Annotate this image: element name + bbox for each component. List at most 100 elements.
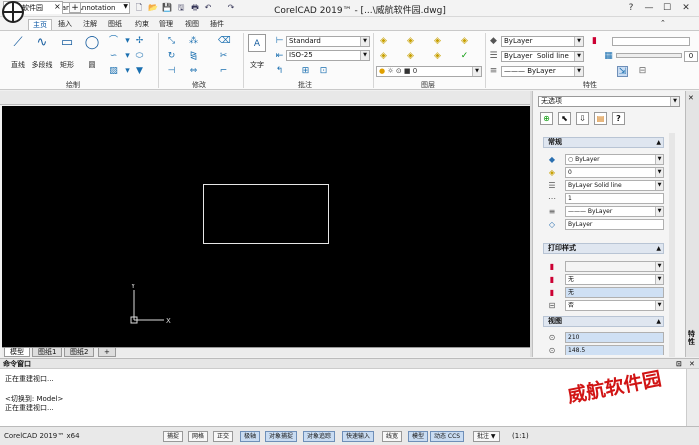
match-properties-icon[interactable]: ◆ [488, 36, 499, 47]
close-icon[interactable]: ✕ [679, 1, 693, 15]
property-value[interactable]: ——— ByLayer ▼ [565, 206, 664, 217]
gradient-icon[interactable]: ▼ [134, 66, 145, 77]
lineweight-icon[interactable]: ≡ [488, 66, 499, 77]
save-icon[interactable]: 💾 [161, 2, 173, 14]
tab-home[interactable]: 主页 [28, 19, 52, 30]
rectangle-tool[interactable]: ▭ 矩形 [56, 34, 78, 70]
extend-icon[interactable]: ⊣ [166, 66, 177, 77]
dropdown-arrow-icon[interactable]: ▾ [122, 51, 133, 62]
trim-icon[interactable]: ✂ [218, 51, 229, 62]
dropdown-arrow-icon[interactable]: ▾ [122, 66, 133, 77]
transparency-value[interactable]: 0 [684, 51, 698, 62]
property-value[interactable]: 否 ▼ [565, 300, 664, 311]
quick-input-button[interactable]: 快速输入 [342, 431, 375, 442]
layer-state-icon[interactable]: ◈ [378, 51, 389, 62]
add-layout-button[interactable]: + [98, 348, 116, 357]
quick-properties-icon[interactable]: ⇲ [617, 66, 628, 77]
properties-side-tab[interactable]: 特性 [688, 330, 696, 346]
command-scrollbar[interactable] [686, 369, 699, 426]
hatch-icon[interactable]: ▨ [108, 66, 119, 77]
open-folder-icon[interactable]: 📂 [147, 2, 159, 14]
quick-select-icon[interactable]: ⇩ [576, 112, 589, 125]
line-tool[interactable]: ⟋ 直线 [7, 34, 29, 70]
grid-button[interactable]: 网格 [188, 431, 209, 442]
otrack-button[interactable]: 对象追踪 [303, 431, 336, 442]
new-tab-button[interactable]: + [69, 2, 81, 13]
annotation-scale[interactable]: (1:1) [512, 432, 529, 440]
dropdown-arrow-icon[interactable]: ▾ [122, 36, 133, 47]
tab-view[interactable]: 视图 [181, 19, 203, 30]
tab-insert[interactable]: 插入 [54, 19, 76, 30]
toggle-pickadd-icon[interactable]: ⊕ [540, 112, 553, 125]
erase-icon[interactable]: ⌫ [218, 36, 231, 47]
layer-manager-icon[interactable]: ◈ [378, 36, 389, 47]
close-icon[interactable]: ✕ [689, 359, 695, 369]
drawn-rectangle[interactable] [203, 184, 329, 244]
layer-match-icon[interactable]: ◈ [459, 36, 470, 47]
color-palette-icon[interactable]: ▮ [589, 36, 600, 47]
text-style-select[interactable]: Standard ▼ [286, 36, 370, 47]
osnap-button[interactable]: 对象捕捉 [265, 431, 298, 442]
app-logo-icon[interactable] [2, 1, 24, 23]
spline-icon[interactable]: ∽ [108, 51, 119, 62]
array-icon[interactable]: ⁂ [188, 36, 199, 47]
dim-style-select[interactable]: ISO-25 ▼ [286, 50, 370, 61]
lineweight-select[interactable]: ——— ByLayer ▼ [501, 66, 584, 77]
property-value[interactable]: ByLayer [565, 219, 664, 230]
selection-select[interactable]: 无选项 ▼ [538, 96, 680, 107]
property-value[interactable]: ○ ByLayer ▼ [565, 154, 664, 165]
select-objects-icon[interactable]: ⬉ [558, 112, 571, 125]
minimize-icon[interactable]: — [642, 1, 656, 15]
save-as-icon[interactable]: 🖫 [175, 2, 187, 14]
property-value[interactable]: 0 ▼ [565, 167, 664, 178]
polyline-tool[interactable]: ∿ 多段线 [31, 34, 53, 70]
polar-button[interactable]: 极轴 [240, 431, 261, 442]
layer-isolate-icon[interactable]: ◈ [405, 36, 416, 47]
transparency-slider-track[interactable] [612, 37, 690, 46]
property-value[interactable]: 无 ▼ [565, 274, 664, 285]
tab-sheet2[interactable]: 图纸2 [64, 348, 95, 357]
annotation-button[interactable]: 批注 ▼ [473, 431, 500, 442]
section-print-style[interactable]: 打印样式 ▲ [543, 243, 664, 254]
tab-constraints[interactable]: 约束 [131, 19, 153, 30]
tab-plugins[interactable]: 插件 [206, 19, 228, 30]
linetype-icon[interactable]: ☰ [488, 51, 499, 62]
stretch-icon[interactable]: ⇔ [188, 66, 199, 77]
move-icon[interactable]: ⤡ [166, 36, 177, 47]
tab-model[interactable]: 模型 [4, 348, 30, 357]
property-value[interactable]: ▼ [565, 261, 664, 272]
text-tool[interactable]: A 文字 [246, 34, 268, 70]
property-value[interactable]: 148.5 [565, 345, 664, 355]
arc-icon[interactable]: ⌒ [108, 36, 119, 47]
filter-icon[interactable]: ▤ [594, 112, 607, 125]
linetype-select[interactable]: ByLayer Solid line ▼ [501, 51, 584, 62]
help-icon[interactable]: ? [612, 112, 625, 125]
close-tab-icon[interactable]: × [54, 2, 61, 11]
fillet-icon[interactable]: ⌐ [218, 66, 229, 77]
properties-scrollbar[interactable] [669, 133, 675, 357]
point-icon[interactable]: ✢ [134, 36, 145, 47]
dim-aligned-icon[interactable]: ⇤ [274, 51, 285, 62]
leader-icon[interactable]: ↰ [274, 66, 285, 77]
lineweight-display-icon[interactable]: ⊟ [637, 66, 648, 77]
new-file-icon[interactable]: 🗋 [133, 2, 145, 14]
tab-sheets[interactable]: 图纸 [104, 19, 126, 30]
transparency-slider[interactable] [616, 53, 682, 58]
color-select[interactable]: ByLayer ▼ [501, 36, 584, 47]
model-button[interactable]: 模型 [408, 431, 429, 442]
rotate-icon[interactable]: ↻ [166, 51, 177, 62]
dynamic-ccs-button[interactable]: 动态 CCS [430, 431, 465, 442]
layer-off-icon[interactable]: ◈ [405, 51, 416, 62]
property-value[interactable]: 210 [565, 332, 664, 343]
section-view[interactable]: 视图 ▲ [543, 316, 664, 327]
print-icon[interactable]: 🖶 [189, 2, 201, 14]
lineweight-button[interactable]: 线宽 [382, 431, 403, 442]
circle-tool[interactable]: ◯ 圆 [81, 34, 103, 70]
help-icon[interactable]: ? [624, 1, 638, 15]
maximize-icon[interactable]: ☐ [660, 1, 674, 15]
close-icon[interactable]: ✕ [688, 94, 694, 102]
pin-icon[interactable]: ⊡ [676, 359, 682, 369]
section-general[interactable]: 常规 ▲ [543, 137, 664, 148]
property-value[interactable]: ByLayer Solid line ▼ [565, 180, 664, 191]
layer-freeze-icon[interactable]: ◈ [432, 36, 443, 47]
